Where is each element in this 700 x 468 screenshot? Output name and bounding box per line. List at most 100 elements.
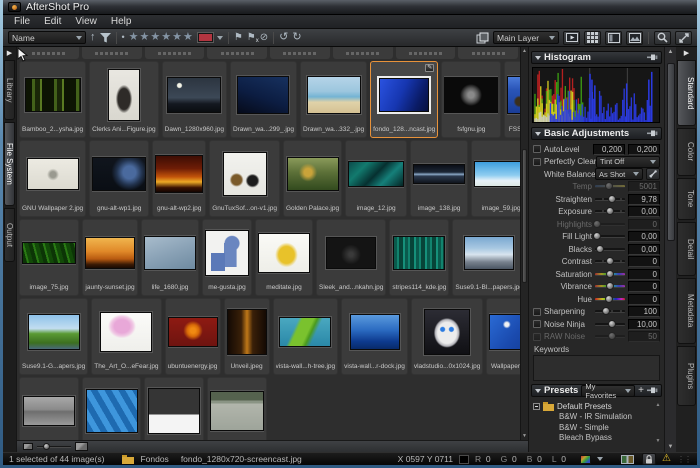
thumbnail-cell[interactable]: image_59.jpg: [471, 140, 520, 217]
slider-knob[interactable]: [602, 307, 610, 315]
fill-light-slider[interactable]: [595, 235, 625, 238]
magnifier-button[interactable]: [654, 31, 671, 45]
thumbnail-cell[interactable]: Wallpaper02.jpg: [486, 298, 520, 375]
scroll-down-icon[interactable]: ▼: [654, 438, 662, 444]
image-view-button[interactable]: [626, 31, 643, 45]
small-thumbnails-icon[interactable]: [23, 443, 33, 450]
thumbnail-image[interactable]: [92, 157, 146, 191]
grid-scrollbar[interactable]: ▲ ▼: [520, 47, 528, 440]
contrast-slider[interactable]: [595, 260, 625, 263]
slider-knob[interactable]: [606, 257, 614, 265]
sort-field-dropdown[interactable]: Name: [8, 31, 86, 44]
thumbnail-image[interactable]: [168, 317, 218, 347]
thumbnail-image[interactable]: [22, 242, 76, 264]
thumbnail-cell[interactable]: fondo_128...ncast.jpg✎: [370, 61, 438, 138]
slider-value-field[interactable]: 0: [628, 256, 660, 267]
slider-knob[interactable]: [606, 270, 614, 278]
tab-detail[interactable]: Detail: [677, 222, 696, 276]
dual-display-button[interactable]: [619, 453, 636, 465]
scroll-up-icon[interactable]: ▲: [665, 47, 676, 57]
noise-ninja-checkbox[interactable]: [533, 320, 541, 328]
noise-ninja-slider[interactable]: [595, 323, 625, 326]
rating-zero-dot[interactable]: •: [122, 33, 125, 42]
menu-item-view[interactable]: View: [68, 16, 104, 27]
color-dropdown-arrow[interactable]: [217, 36, 223, 40]
scroll-down-icon[interactable]: ▼: [665, 442, 676, 452]
tab-color[interactable]: Color: [677, 128, 696, 176]
preset-item[interactable]: Bleach Bypass: [533, 433, 660, 444]
slider-knob[interactable]: [606, 282, 614, 290]
thumbnail-image[interactable]: [144, 236, 196, 270]
slider-value-field[interactable]: 0,00: [628, 206, 660, 217]
thumbnail-cell[interactable]: [19, 377, 79, 440]
thumbnail-image[interactable]: [108, 69, 140, 121]
thumbnail-image[interactable]: [489, 314, 520, 350]
thumbnail-image[interactable]: [23, 396, 75, 426]
slider-value-field[interactable]: 0: [628, 281, 660, 292]
slider-knob[interactable]: [596, 245, 604, 253]
large-thumbnails-icon[interactable]: [75, 442, 88, 451]
collapse-arrow-icon[interactable]: [535, 56, 541, 60]
thumbnail-cell[interactable]: Drawn_wa...332_.jpg: [300, 61, 367, 138]
slider-value-field[interactable]: 10,00: [628, 319, 660, 330]
thumbnail-cell[interactable]: vista-wall...r-dock.jpg: [341, 298, 408, 375]
raw-noise-checkbox[interactable]: [533, 333, 541, 341]
tab-tone[interactable]: Tone: [677, 178, 696, 220]
thumbnail-cell[interactable]: meditate.jpg: [255, 219, 313, 296]
tab-plugins[interactable]: Plugins: [677, 346, 696, 406]
white-balance-dropdown[interactable]: As Shot: [595, 168, 643, 180]
thumbnail-image[interactable]: [279, 317, 331, 347]
chevron-down-icon[interactable]: [597, 457, 603, 461]
detach-window-button[interactable]: [675, 31, 692, 45]
perfectly-clear-checkbox[interactable]: [533, 158, 541, 166]
slider-knob[interactable]: [605, 295, 613, 303]
thumbnail-image[interactable]: [424, 309, 470, 355]
thumbnail-view-button[interactable]: [584, 31, 601, 45]
slider-value-field[interactable]: 0,00: [628, 244, 660, 255]
highlights-slider[interactable]: [595, 223, 625, 226]
thumbnail-image[interactable]: [326, 237, 376, 269]
thumbnail-cell[interactable]: ubuntuenergy.jpg: [165, 298, 221, 375]
histogram-header[interactable]: Histogram: [531, 51, 662, 64]
rotate-right-button[interactable]: ↻: [292, 32, 301, 43]
warning-icon[interactable]: ⚠: [662, 454, 671, 464]
filter-button[interactable]: [100, 33, 111, 43]
thumbnail-image[interactable]: [379, 78, 429, 112]
tab-file-system[interactable]: File System: [4, 122, 15, 206]
layers-icon[interactable]: [476, 32, 489, 44]
thumbnail-cell[interactable]: gnu-alt-wp1.jpg: [89, 140, 149, 217]
layer-select-dropdown[interactable]: Main Layer: [493, 31, 559, 44]
straighten-slider[interactable]: [595, 198, 625, 201]
thumbnail-image[interactable]: [227, 309, 267, 355]
preset-collection-dropdown[interactable]: My Favorites: [581, 385, 635, 397]
thumbnail-image[interactable]: [148, 388, 200, 434]
thumbnail-image[interactable]: [258, 233, 310, 273]
scrollbar-thumb[interactable]: [522, 149, 527, 283]
scroll-up-icon[interactable]: ▲: [654, 402, 662, 408]
thumbnail-image[interactable]: [85, 237, 135, 269]
slider-value-field[interactable]: 0: [628, 294, 660, 305]
thumbnail-image[interactable]: [464, 236, 514, 270]
preset-folder-row[interactable]: Default Presets: [533, 401, 660, 412]
thumbnail-cell[interactable]: GNU Wallpaper 2.jpg: [19, 140, 86, 217]
thumbnail-image[interactable]: [167, 77, 221, 113]
slider-knob[interactable]: [608, 332, 616, 340]
thumbnail-cell[interactable]: Unveil.jpeg: [224, 298, 270, 375]
slider-value-field[interactable]: 0: [628, 219, 660, 230]
thumbnail-image[interactable]: [100, 312, 152, 352]
browse-view-button[interactable]: [605, 31, 622, 45]
thumbnail-cell[interactable]: life_1680.jpg: [141, 219, 199, 296]
sharpening-checkbox[interactable]: [533, 308, 541, 316]
menu-item-edit[interactable]: Edit: [37, 16, 68, 27]
menu-item-help[interactable]: Help: [104, 16, 139, 27]
keywords-field[interactable]: [533, 355, 660, 381]
slider-knob[interactable]: [605, 182, 613, 190]
thumbnail-image[interactable]: [205, 230, 249, 276]
thumbnail-image[interactable]: [507, 76, 520, 114]
flag-clear-button[interactable]: ⊘: [260, 33, 268, 43]
hue-slider[interactable]: [595, 298, 625, 301]
rotate-left-button[interactable]: ↺: [279, 32, 288, 43]
scroll-down-icon[interactable]: ▼: [521, 432, 528, 440]
tab-library[interactable]: Library: [4, 60, 15, 120]
sharpening-slider[interactable]: [595, 310, 625, 313]
